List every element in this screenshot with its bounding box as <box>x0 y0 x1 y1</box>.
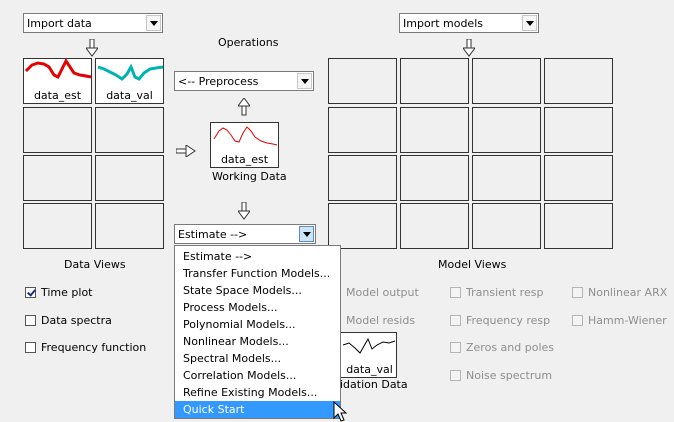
arrow-up-icon <box>238 98 250 116</box>
model-tile[interactable] <box>472 107 541 153</box>
transient-resp-checkbox[interactable] <box>450 287 461 298</box>
nonlinear-arx-label: Nonlinear ARX <box>588 286 668 299</box>
menu-item-transfer-function-models[interactable]: Transfer Function Models... <box>175 265 340 282</box>
model-tile[interactable] <box>400 155 469 201</box>
model-tile[interactable] <box>544 203 613 249</box>
model-output-label: Model output <box>346 286 419 299</box>
tile-label: data_est <box>220 153 269 166</box>
frequency-resp-label: Frequency resp <box>466 314 551 327</box>
working-data-tile[interactable]: data_est <box>210 122 279 168</box>
preprocess-dropdown[interactable]: <-- Preprocess <box>174 71 314 91</box>
time-plot-label: Time plot <box>41 286 93 299</box>
model-tile[interactable] <box>328 155 397 201</box>
validation-data-label: idation Data <box>340 378 408 391</box>
chevron-down-icon[interactable] <box>522 15 537 31</box>
working-data-label: Working Data <box>212 170 287 183</box>
menu-item-refine-existing-models[interactable]: Refine Existing Models... <box>175 384 340 401</box>
hamm-wiener-label: Hamm-Wiener <box>588 314 667 327</box>
import-models-value: Import models <box>403 17 483 30</box>
chevron-down-icon[interactable] <box>297 73 312 89</box>
model-tile[interactable] <box>544 155 613 201</box>
arrow-down-icon <box>463 39 475 57</box>
chevron-down-icon[interactable] <box>146 15 161 31</box>
menu-item-nonlinear-models[interactable]: Nonlinear Models... <box>175 333 340 350</box>
mouse-cursor-icon <box>333 401 347 422</box>
signal-plot <box>213 126 278 146</box>
data-tile-empty[interactable] <box>95 203 164 249</box>
hamm-wiener-checkbox[interactable] <box>572 315 583 326</box>
model-tile[interactable] <box>472 58 541 104</box>
frequency-function-label: Frequency function <box>41 341 147 354</box>
time-plot-checkbox[interactable] <box>25 287 36 298</box>
model-tile[interactable] <box>472 203 541 249</box>
frequency-function-checkbox[interactable] <box>25 342 36 353</box>
model-tile[interactable] <box>472 155 541 201</box>
frequency-resp-checkbox[interactable] <box>450 315 461 326</box>
model-tile[interactable] <box>328 203 397 249</box>
chevron-down-icon[interactable] <box>299 226 314 242</box>
import-models-dropdown[interactable]: Import models <box>399 13 539 33</box>
menu-item-state-space-models[interactable]: State Space Models... <box>175 282 340 299</box>
model-tile[interactable] <box>400 107 469 153</box>
zeros-and-poles-label: Zeros and poles <box>466 341 554 354</box>
data-tile-empty[interactable] <box>95 107 164 153</box>
zeros-and-poles-checkbox[interactable] <box>450 342 461 353</box>
estimate-menu[interactable]: Estimate --> Transfer Function Models...… <box>174 245 341 419</box>
estimate-dropdown[interactable]: Estimate --> <box>174 224 316 244</box>
signal-plot <box>24 59 92 80</box>
menu-item-polynomial-models[interactable]: Polynomial Models... <box>175 316 340 333</box>
noise-spectrum-label: Noise spectrum <box>466 369 553 382</box>
model-tile[interactable] <box>400 58 469 104</box>
menu-item-estimate[interactable]: Estimate --> <box>175 248 340 265</box>
menu-item-correlation-models[interactable]: Correlation Models... <box>175 367 340 384</box>
data-views-title: Data Views <box>64 258 126 271</box>
data-tile-empty[interactable] <box>23 155 92 201</box>
data-tile-empty[interactable] <box>23 107 92 153</box>
model-tile[interactable] <box>328 107 397 153</box>
arrow-down-icon <box>86 39 98 57</box>
import-data-value: Import data <box>27 17 92 30</box>
data-tile-empty[interactable] <box>23 203 92 249</box>
model-views-title: Model Views <box>438 258 507 271</box>
model-resids-label: Model resids <box>346 314 416 327</box>
arrow-down-icon <box>238 202 250 220</box>
transient-resp-label: Transient resp <box>466 286 544 299</box>
menu-item-process-models[interactable]: Process Models... <box>175 299 340 316</box>
data-tile-data-est[interactable]: data_est <box>23 58 92 104</box>
preprocess-value: <-- Preprocess <box>178 75 259 88</box>
data-spectra-label: Data spectra <box>41 314 112 327</box>
model-tile[interactable] <box>544 58 613 104</box>
data-spectra-checkbox[interactable] <box>25 315 36 326</box>
arrow-right-icon <box>176 145 196 157</box>
estimate-value: Estimate --> <box>178 228 248 241</box>
model-tile[interactable] <box>544 107 613 153</box>
model-tile[interactable] <box>328 58 397 104</box>
signal-plot <box>97 63 164 81</box>
tile-label: data_est <box>33 89 82 102</box>
operations-title: Operations <box>218 36 279 49</box>
import-data-dropdown[interactable]: Import data <box>23 13 163 33</box>
tile-label: data_val <box>106 89 153 102</box>
data-tile-empty[interactable] <box>95 155 164 201</box>
model-tile[interactable] <box>400 203 469 249</box>
menu-item-spectral-models[interactable]: Spectral Models... <box>175 350 340 367</box>
noise-spectrum-checkbox[interactable] <box>450 370 461 381</box>
nonlinear-arx-checkbox[interactable] <box>572 287 583 298</box>
data-tile-data-val[interactable]: data_val <box>95 58 164 104</box>
menu-item-quick-start[interactable]: Quick Start <box>175 401 340 418</box>
